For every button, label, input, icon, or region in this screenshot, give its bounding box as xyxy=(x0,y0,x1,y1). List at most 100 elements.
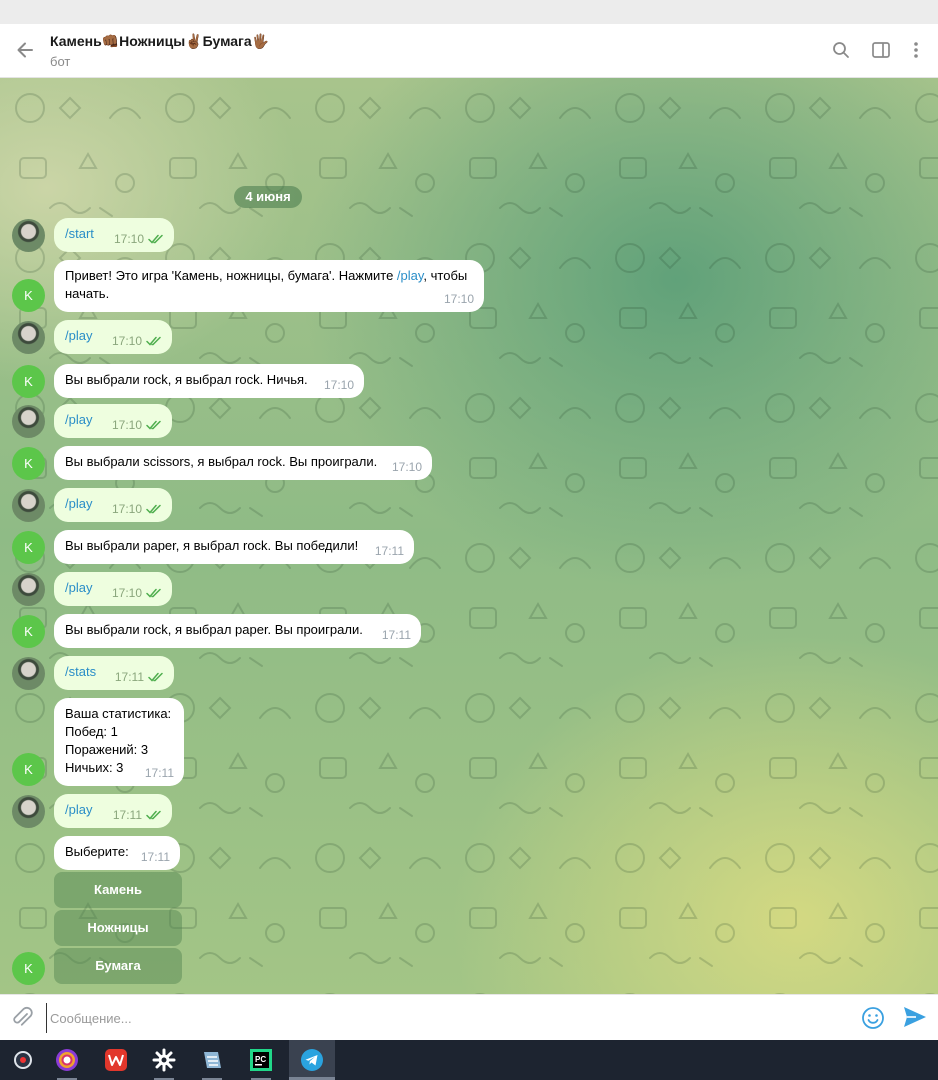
bot-avatar[interactable]: K xyxy=(12,365,45,398)
sidebar-toggle-button[interactable] xyxy=(868,37,894,63)
command-link[interactable]: /start xyxy=(65,226,94,241)
bot-avatar[interactable]: K xyxy=(12,952,45,985)
more-menu-button[interactable] xyxy=(903,37,929,63)
message-time: 17:11 xyxy=(375,542,404,560)
message-time: 17:10 xyxy=(392,458,422,476)
message-timestamp: 17:11 xyxy=(114,670,144,684)
incoming-message[interactable]: Вы выбрали rock, я выбрал paper. Вы прои… xyxy=(54,614,421,648)
back-button[interactable] xyxy=(8,33,42,67)
bot-avatar[interactable]: K xyxy=(12,753,45,786)
taskbar-office[interactable] xyxy=(93,1040,139,1080)
incoming-message[interactable]: Вы выбрали rock, я выбрал rock. Ничья. 17… xyxy=(54,364,364,398)
taskbar-settings[interactable] xyxy=(141,1040,187,1080)
emoji-icon xyxy=(862,1007,884,1029)
message-time: 17:11 xyxy=(382,626,411,644)
send-icon xyxy=(904,1007,926,1027)
bot-avatar[interactable]: K xyxy=(12,531,45,564)
read-checkmarks-icon xyxy=(148,234,163,244)
app-menu-icon xyxy=(14,1051,32,1069)
outgoing-message[interactable]: /play 17:10 xyxy=(54,320,172,354)
command-link[interactable]: /play xyxy=(65,412,92,427)
message-line: Побед: 1 xyxy=(65,724,118,739)
user-avatar[interactable] xyxy=(12,657,45,690)
taskbar-app-menu[interactable] xyxy=(0,1040,46,1080)
message-timestamp: 17:10 xyxy=(111,334,142,348)
send-button[interactable] xyxy=(902,1005,930,1031)
read-checkmarks-icon xyxy=(146,420,161,430)
pycharm-badge: PC xyxy=(255,1055,266,1064)
outgoing-message[interactable]: /stats 17:11 xyxy=(54,656,174,690)
message-time: 17:10 xyxy=(112,332,162,350)
message-timestamp: 17:10 xyxy=(113,232,144,246)
taskbar-telegram[interactable] xyxy=(289,1040,335,1080)
search-icon xyxy=(833,42,849,58)
message-time: 17:11 xyxy=(141,848,170,866)
user-avatar[interactable] xyxy=(12,489,45,522)
incoming-message[interactable]: Вы выбрали paper, я выбрал rock. Вы побе… xyxy=(54,530,414,564)
user-avatar[interactable] xyxy=(12,321,45,354)
window-top-strip xyxy=(0,0,938,24)
command-link[interactable]: /play xyxy=(65,580,92,595)
chat-area[interactable]: 4 июня /start 17:10 Привет! Это игра 'Каме… xyxy=(0,78,938,994)
back-arrow-icon xyxy=(17,42,33,58)
bot-avatar[interactable]: K xyxy=(12,447,45,480)
message-text: Вы выбрали scissors, я выбрал rock. Вы п… xyxy=(65,454,378,469)
keyboard-button-paper[interactable]: Бумага xyxy=(54,948,182,984)
more-menu-icon xyxy=(914,42,918,58)
message-timestamp: 17:11 xyxy=(112,808,142,822)
outgoing-message[interactable]: /play 17:10 xyxy=(54,404,172,438)
incoming-message[interactable]: Ваша статистика: Побед: 1 Поражений: 3 Ничь… xyxy=(54,698,184,786)
command-link[interactable]: /play xyxy=(65,328,92,343)
message-timestamp: 17:10 xyxy=(391,460,422,474)
emoji-button[interactable] xyxy=(860,1005,886,1031)
telegram-icon xyxy=(301,1049,323,1071)
message-input[interactable] xyxy=(46,1003,846,1033)
outgoing-message[interactable]: /play 17:10 xyxy=(54,572,172,606)
outgoing-message[interactable]: /start 17:10 xyxy=(54,218,174,252)
incoming-message[interactable]: Вы выбрали scissors, я выбрал rock. Вы п… xyxy=(54,446,432,480)
command-link[interactable]: /play xyxy=(65,496,92,511)
command-link[interactable]: /play xyxy=(397,268,424,283)
taskbar-browser[interactable] xyxy=(44,1040,90,1080)
keyboard-button-rock[interactable]: Камень xyxy=(54,872,182,908)
keyboard-button-scissors[interactable]: Ножницы xyxy=(54,910,182,946)
search-button[interactable] xyxy=(828,37,854,63)
sidebar-toggle-icon xyxy=(872,42,890,58)
attach-button[interactable] xyxy=(9,1005,35,1031)
taskbar-pycharm[interactable]: PC xyxy=(238,1040,284,1080)
outgoing-message[interactable]: /play 17:11 xyxy=(54,794,172,828)
message-line: Поражений: 3 xyxy=(65,742,149,757)
bot-avatar[interactable]: K xyxy=(12,279,45,312)
message-text: Выберите: xyxy=(65,844,129,859)
message-time: 17:11 xyxy=(145,764,174,782)
incoming-message[interactable]: Выберите: 17:11 xyxy=(54,836,180,870)
message-timestamp: 17:10 xyxy=(443,292,474,306)
message-text: Привет! Это игра 'Камень, ножницы, бумаг… xyxy=(65,268,397,283)
user-avatar[interactable] xyxy=(12,219,45,252)
read-checkmarks-icon xyxy=(148,672,163,682)
incoming-message[interactable]: Привет! Это игра 'Камень, ножницы, бумаг… xyxy=(54,260,484,312)
office-icon xyxy=(105,1049,127,1071)
chat-title[interactable]: Камень👊🏾Ножницы✌🏾Бумага🖐🏾 xyxy=(50,33,269,50)
user-avatar[interactable] xyxy=(12,795,45,828)
chat-header: Камень👊🏾Ножницы✌🏾Бумага🖐🏾 бот xyxy=(0,24,938,78)
message-text: Вы выбрали rock, я выбрал paper. Вы прои… xyxy=(65,622,363,637)
user-avatar[interactable] xyxy=(12,405,45,438)
message-timestamp: 17:10 xyxy=(111,586,142,600)
message-timestamp: 17:10 xyxy=(323,378,354,392)
settings-icon xyxy=(152,1048,176,1072)
attach-icon xyxy=(13,1006,33,1026)
message-time: 17:10 xyxy=(444,290,474,308)
command-link[interactable]: /stats xyxy=(65,664,96,679)
taskbar-notes[interactable] xyxy=(189,1040,235,1080)
message-time: 17:10 xyxy=(324,376,354,394)
bot-avatar[interactable]: K xyxy=(12,615,45,648)
user-avatar[interactable] xyxy=(12,573,45,606)
outgoing-message[interactable]: /play 17:10 xyxy=(54,488,172,522)
command-link[interactable]: /play xyxy=(65,802,92,817)
notes-icon xyxy=(204,1052,221,1068)
message-text: Вы выбрали rock, я выбрал rock. Ничья. xyxy=(65,372,308,387)
os-taskbar: PC xyxy=(0,1040,938,1080)
message-time: 17:11 xyxy=(115,668,164,686)
chat-subtitle: бот xyxy=(50,54,71,69)
